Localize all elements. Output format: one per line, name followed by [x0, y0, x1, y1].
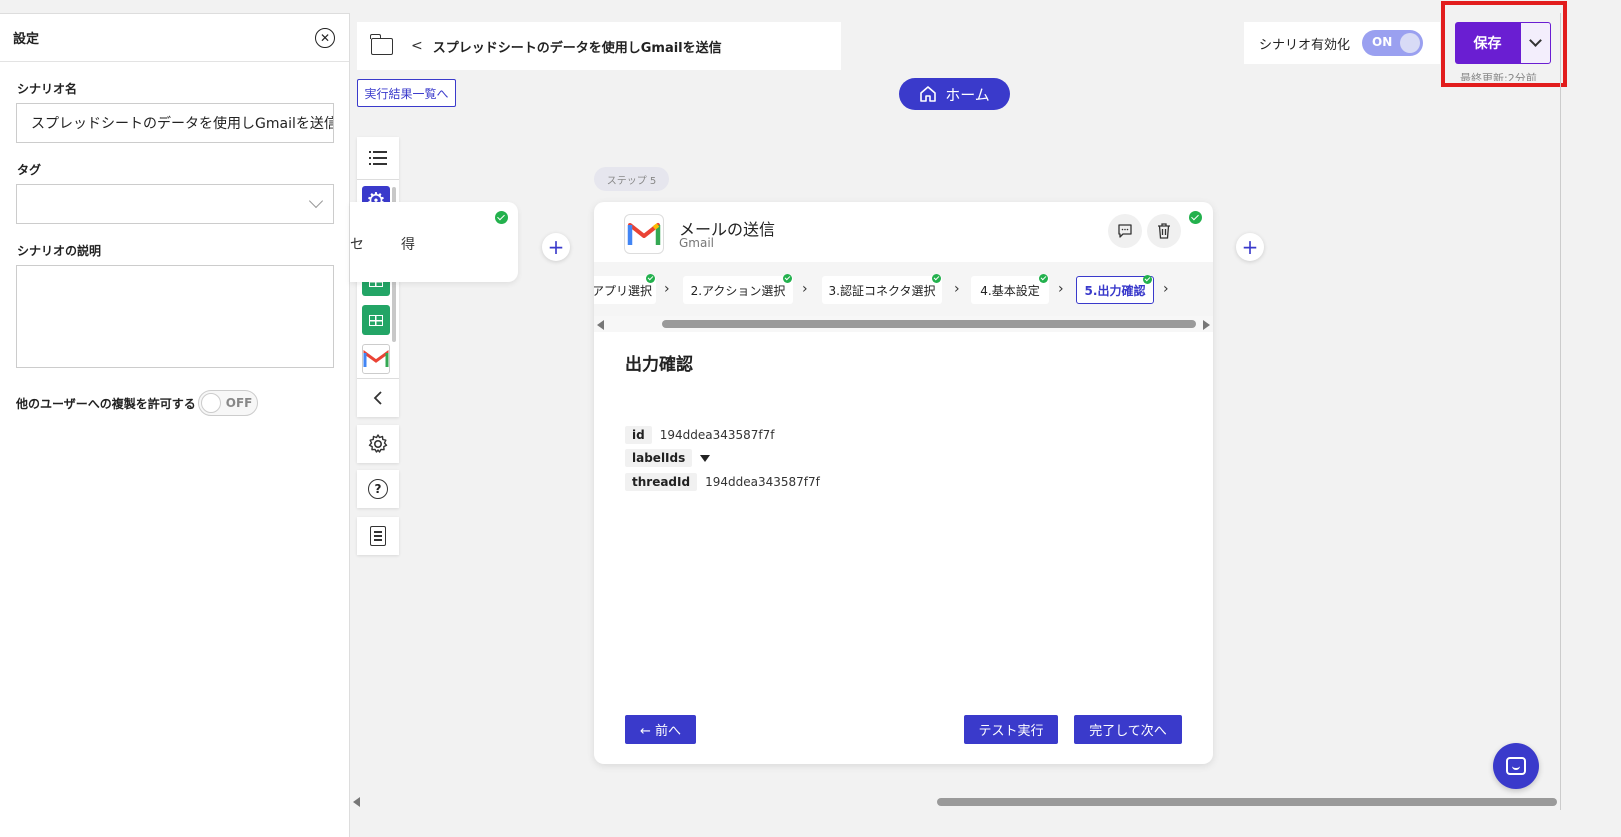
- tab-basic-settings[interactable]: 4.基本設定: [971, 274, 1049, 304]
- copy-allow-toggle[interactable]: OFF: [197, 390, 258, 416]
- output-key: labelIds: [625, 449, 693, 467]
- tag-label: タグ: [17, 163, 42, 177]
- check-icon: [495, 211, 508, 224]
- test-run-button[interactable]: テスト実行: [964, 715, 1058, 744]
- tab-connector-select[interactable]: 3.認証コネクタ選択: [822, 274, 942, 304]
- toggle-knob: [200, 393, 221, 413]
- toggle-knob: [1400, 33, 1421, 53]
- chevron-right-icon: ›: [954, 281, 960, 297]
- add-step-button[interactable]: +: [1236, 233, 1264, 261]
- collapse-button[interactable]: [357, 378, 399, 416]
- tab-label: 3.認証コネクタ選択: [828, 283, 936, 298]
- check-icon: [646, 274, 655, 283]
- output-value: 194ddea343587f7f: [705, 475, 820, 489]
- enable-state: ON: [1372, 35, 1393, 49]
- step-app-name: Gmail: [679, 236, 715, 250]
- enable-toggle[interactable]: ON: [1362, 30, 1424, 56]
- chevron-right-icon: ›: [1163, 281, 1169, 297]
- chevron-left-icon: [373, 390, 382, 405]
- scroll-right-icon[interactable]: [1203, 320, 1210, 330]
- enable-label: シナリオ有効化: [1259, 37, 1351, 53]
- expand-caret-icon[interactable]: [700, 454, 711, 462]
- back-chevron-icon[interactable]: <: [411, 38, 423, 54]
- gmail-app-icon[interactable]: [362, 344, 390, 374]
- check-icon: [783, 274, 792, 283]
- delete-button[interactable]: [1147, 214, 1181, 248]
- chevron-right-icon: ›: [664, 281, 670, 297]
- chat-icon: [1506, 757, 1526, 775]
- previous-step-card[interactable]: セ 得: [350, 202, 518, 282]
- step-card: メールの送信 Gmail アプリ選択 › 2.アクション選択 › 3.認証コネク…: [594, 202, 1213, 764]
- divider: [357, 179, 399, 180]
- scenario-enable: シナリオ有効化 ON: [1244, 22, 1440, 64]
- results-list-link[interactable]: 実行結果一覧へ: [357, 79, 456, 107]
- scenario-name-input[interactable]: スプレッドシートのデータを使用しGmailを送信: [16, 103, 334, 143]
- settings-title: 設定: [13, 32, 40, 47]
- canvas-scrollbar-thumb[interactable]: [937, 798, 1557, 806]
- copy-allow-row: 他のユーザーへの複製を許可する OFF: [16, 390, 349, 416]
- previous-step-fragment: セ: [350, 237, 364, 253]
- close-icon[interactable]: ✕: [315, 27, 335, 48]
- prev-button[interactable]: ← 前へ: [625, 715, 696, 744]
- tab-label: 2.アクション選択: [690, 283, 786, 298]
- output-key: threadId: [625, 473, 698, 491]
- scenario-name-label: シナリオ名: [17, 82, 78, 96]
- copy-allow-label: 他のユーザーへの複製を許可する: [16, 396, 196, 411]
- section-title: 出力確認: [625, 355, 693, 375]
- output-key: id: [625, 426, 652, 444]
- output-value: 194ddea343587f7f: [659, 428, 775, 442]
- gmail-logo: [624, 214, 664, 254]
- comment-icon: [1118, 224, 1132, 238]
- output-row-id: id 194ddea343587f7f: [625, 426, 774, 444]
- comment-button[interactable]: [1108, 214, 1142, 248]
- output-row-threadid: threadId 194ddea343587f7f: [625, 473, 820, 491]
- spreadsheet-app-icon[interactable]: [362, 305, 390, 335]
- chevron-right-icon: ›: [802, 281, 808, 297]
- home-label: ホーム: [945, 85, 990, 104]
- settings-header: 設定 ✕: [0, 14, 349, 62]
- step-tabs: アプリ選択 › 2.アクション選択 › 3.認証コネクタ選択 › 4.基本設定 …: [594, 262, 1213, 320]
- scroll-left-icon[interactable]: [353, 797, 360, 807]
- help-button[interactable]: ?: [357, 470, 399, 508]
- trash-icon: [1158, 223, 1170, 239]
- highlight-box: [1441, 1, 1567, 87]
- tabs-scrollbar-thumb[interactable]: [662, 320, 1196, 328]
- chat-support-button[interactable]: [1493, 743, 1539, 789]
- previous-step-fragment: 得: [401, 237, 415, 253]
- tag-select[interactable]: [16, 184, 334, 224]
- divider: [1560, 13, 1561, 810]
- check-icon: [1189, 211, 1202, 224]
- tab-output-check[interactable]: 5.出力確認: [1076, 275, 1154, 304]
- scenario-breadcrumb: < スプレッドシートのデータを使用しGmailを送信: [357, 22, 841, 70]
- scenario-title: スプレッドシートのデータを使用しGmailを送信: [432, 40, 722, 56]
- check-icon: [1143, 275, 1152, 284]
- tab-label: 4.基本設定: [980, 283, 1040, 298]
- log-button[interactable]: [357, 517, 399, 555]
- help-icon: ?: [368, 479, 388, 499]
- chevron-right-icon: ›: [1058, 281, 1064, 297]
- check-icon: [1039, 274, 1048, 283]
- tab-label: アプリ選択: [594, 283, 652, 298]
- gear-icon: [368, 434, 388, 453]
- chevron-down-icon: [308, 193, 324, 209]
- home-button[interactable]: ホーム: [899, 78, 1010, 110]
- output-row-labelids[interactable]: labelIds: [625, 449, 711, 467]
- step-number-pill: ステップ 5: [594, 167, 669, 191]
- scroll-left-icon[interactable]: [597, 320, 604, 330]
- add-step-button[interactable]: +: [542, 233, 570, 261]
- tab-app-select[interactable]: アプリ選択: [594, 274, 656, 304]
- settings-button[interactable]: [357, 425, 399, 463]
- home-icon: [920, 86, 937, 102]
- description-textarea[interactable]: [16, 265, 334, 368]
- toggle-state: OFF: [225, 396, 253, 410]
- complete-next-button[interactable]: 完了して次へ: [1074, 715, 1182, 744]
- description-label: シナリオの説明: [17, 244, 102, 258]
- tab-label: 5.出力確認: [1084, 283, 1146, 298]
- settings-panel: 設定 ✕ シナリオ名 スプレッドシートのデータを使用しGmailを送信 タグ シ…: [0, 13, 350, 837]
- check-icon: [932, 274, 941, 283]
- folder-icon[interactable]: [370, 33, 393, 55]
- list-icon[interactable]: [369, 151, 387, 165]
- tab-action-select[interactable]: 2.アクション選択: [683, 274, 793, 304]
- document-icon: [370, 526, 386, 546]
